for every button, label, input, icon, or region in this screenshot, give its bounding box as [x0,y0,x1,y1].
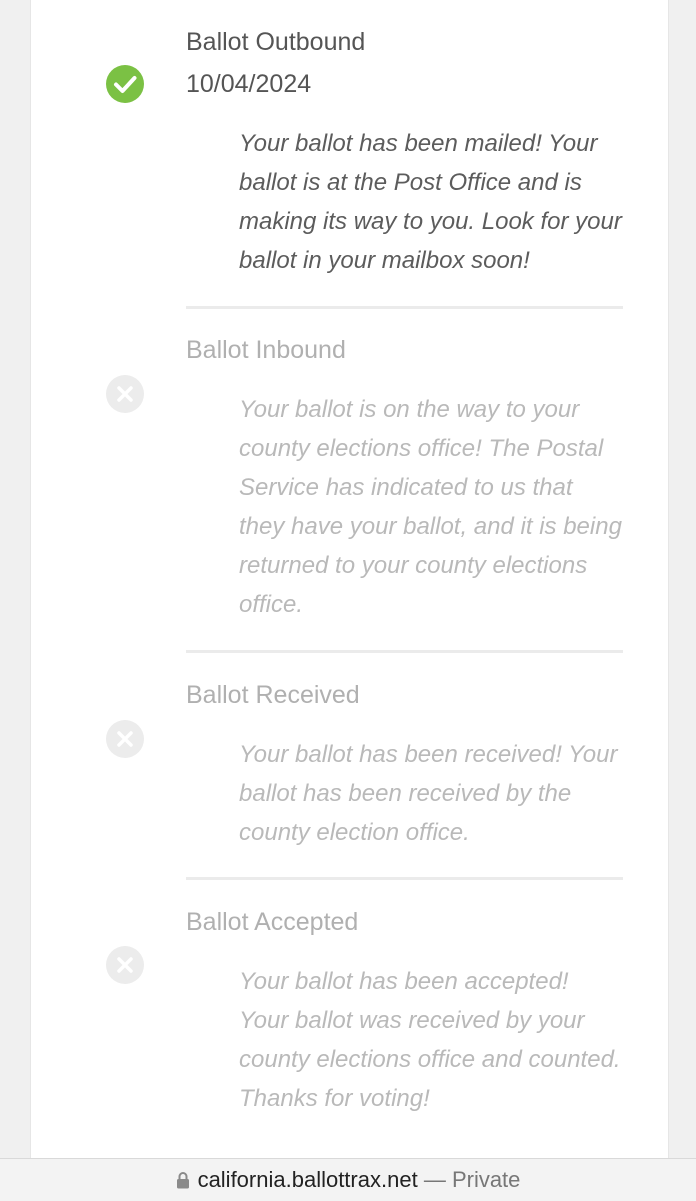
divider [186,877,623,880]
url-separator: — [423,1167,446,1192]
step-description: Your ballot has been received! Your ball… [239,741,618,846]
step-description: Your ballot has been mailed! Your ballot… [239,130,622,274]
divider [186,306,623,309]
check-circle-icon [106,65,144,103]
lock-icon [176,1169,190,1195]
step-title: Ballot Received [186,681,360,709]
step-description: Your ballot is on the way to your county… [239,396,622,618]
address-display[interactable]: california.ballottrax.net — Private [0,1167,696,1195]
x-circle-icon [106,946,144,984]
browser-address-bar[interactable]: california.ballottrax.net — Private [0,1158,696,1201]
divider [186,650,623,653]
x-circle-icon [106,720,144,758]
step-title: Ballot Accepted [186,908,359,936]
x-circle-icon [106,375,144,413]
ballot-status-card: Ballot Outbound 10/04/2024 Your ballot h… [30,0,669,1158]
step-description: Your ballot has been accepted! Your ball… [239,968,621,1112]
url-host: california.ballottrax.net [197,1167,418,1192]
step-date: 10/04/2024 [186,70,312,98]
private-label: Private [451,1167,521,1192]
step-title: Ballot Outbound [186,28,366,56]
step-title: Ballot Inbound [186,336,346,364]
